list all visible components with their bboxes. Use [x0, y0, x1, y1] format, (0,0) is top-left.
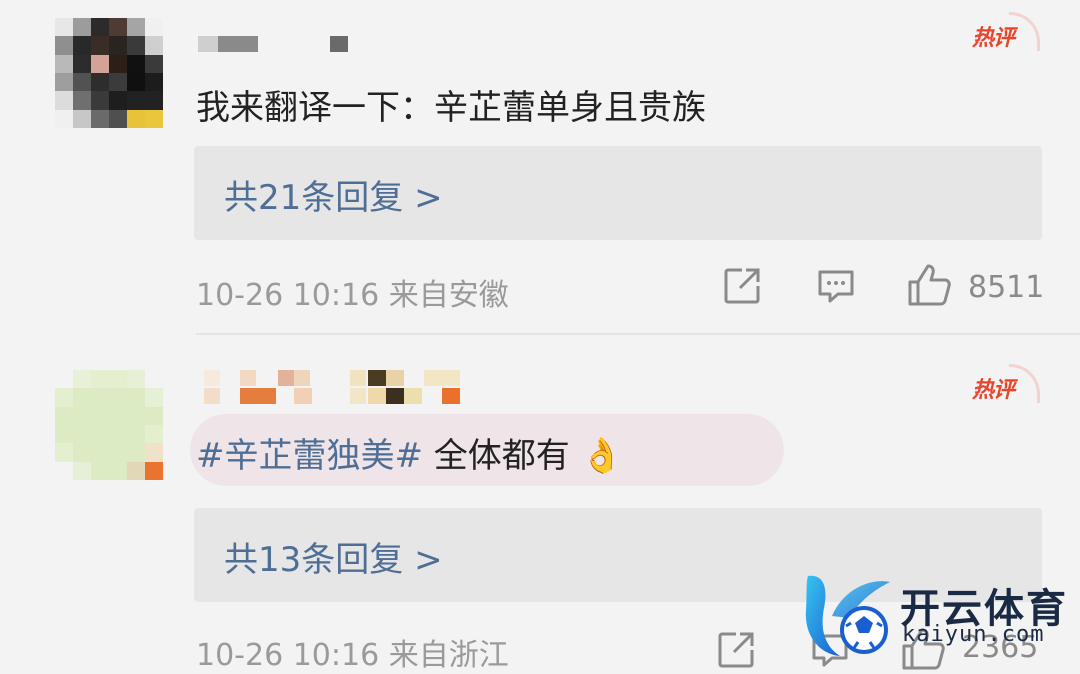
topic-highlight [190, 414, 784, 486]
username-redacted[interactable] [198, 370, 468, 410]
kaiyun-logo-icon [805, 575, 890, 656]
comment-meta: 10-26 10:16 来自浙江 [196, 638, 509, 673]
comment-body: 全体都有 [422, 436, 570, 476]
ok-hand-emoji: 👌 [580, 436, 623, 476]
avatar[interactable] [55, 370, 163, 480]
avatar[interactable] [55, 18, 163, 128]
topic-link[interactable]: #辛芷蕾独美# [196, 436, 423, 476]
divider [196, 333, 1080, 335]
brand-watermark: 开云体育 kaiyun.com [790, 568, 1080, 666]
comment-1: 热评 我来翻译一下：辛芷蕾单身且贵族 共21条回复 > 10-26 10:16 … [0, 0, 1080, 333]
comment-text: #辛芷蕾独美# 全体都有 👌 [196, 428, 623, 477]
hot-comment-badge: 热评 [972, 12, 1042, 54]
comment-meta: 10-26 10:16 来自安徽 [196, 278, 509, 313]
like-count: 8511 [968, 270, 1045, 305]
brand-domain: kaiyun.com [902, 622, 1045, 647]
replies-label: 共13条回复 > [224, 540, 443, 580]
comment-icon[interactable] [816, 266, 856, 306]
hot-comment-badge: 热评 [972, 364, 1042, 406]
replies-label: 共21条回复 > [224, 178, 443, 218]
replies-link[interactable]: 共21条回复 > [194, 146, 1042, 240]
like-icon[interactable] [906, 262, 952, 308]
username-redacted[interactable] [198, 36, 348, 58]
comment-text: 我来翻译一下：辛芷蕾单身且贵族 [196, 88, 706, 128]
share-icon[interactable] [722, 266, 762, 306]
share-icon[interactable] [716, 630, 756, 670]
